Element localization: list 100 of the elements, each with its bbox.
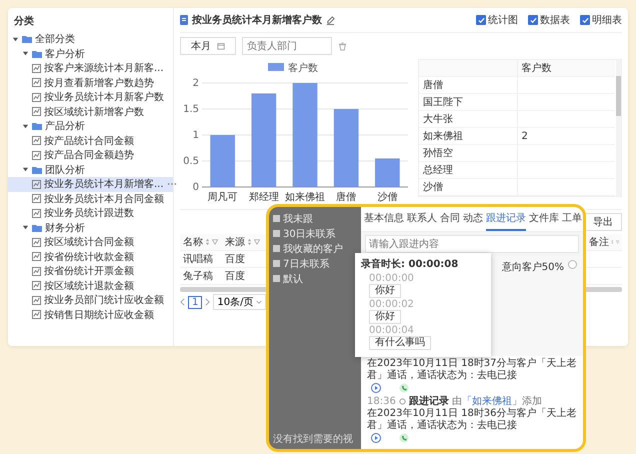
view-label: 默认: [283, 272, 303, 286]
export-button[interactable]: 导出: [584, 213, 622, 231]
filter-icon[interactable]: [254, 239, 260, 245]
report-icon: [32, 107, 41, 116]
table-cell-text: 讯唱稿: [182, 252, 214, 266]
phone-icon[interactable]: [399, 383, 409, 393]
check-icon: [582, 16, 588, 24]
tab[interactable]: 基本信息: [364, 207, 404, 231]
page-size-select[interactable]: 10条/页: [213, 294, 266, 310]
time-label: 00:00:02: [369, 299, 415, 310]
entry-author: 由「如来佛祖」添加: [452, 394, 542, 408]
tree-item[interactable]: 按产品合同金额趋势: [8, 148, 173, 162]
filter-icon[interactable]: [212, 239, 218, 245]
sort-icon[interactable]: [247, 238, 252, 246]
tree-item[interactable]: 按业务员统计本月新客户数: [8, 90, 173, 104]
play-icon[interactable]: [371, 383, 381, 393]
previous-icon[interactable]: [180, 298, 185, 306]
tree-item[interactable]: 按省份统计开票金额: [8, 264, 173, 278]
time-label: 00:00:04: [369, 325, 415, 336]
department-field[interactable]: 负责人部门: [242, 37, 332, 55]
chart-legend: 客户数: [268, 63, 318, 74]
filter-icon[interactable]: [616, 239, 619, 245]
check-icon: [478, 16, 484, 24]
y-tick-label: 1: [192, 130, 199, 141]
tree-item[interactable]: 按业务员统计本月合同金额: [8, 192, 173, 206]
list-icon: [273, 230, 280, 237]
caret-icon: [22, 122, 29, 130]
tree-folder[interactable]: 客户分析: [8, 46, 173, 61]
tab[interactable]: 文件库: [529, 207, 559, 231]
bar: [375, 158, 400, 187]
caret-icon: [22, 166, 29, 174]
page-button[interactable]: 1: [188, 296, 202, 308]
tree-item[interactable]: 按客户来源统计本月新客...: [8, 61, 173, 76]
y-tick-label: 0.5: [183, 156, 199, 167]
check-icon: [530, 16, 536, 24]
tree-item[interactable]: 按省份统计收款金额: [8, 250, 173, 264]
tree-item[interactable]: 按业务员部门统计应收金额: [8, 293, 173, 308]
tab[interactable]: 联系人: [407, 207, 437, 231]
x-axis-label: 沙僧: [377, 192, 398, 203]
report-icon: [32, 266, 41, 276]
x-axis-label: 如来佛祖: [285, 192, 325, 203]
tree-item[interactable]: 按业务员统计跟进数: [8, 206, 173, 220]
view-checkbox[interactable]: 明细表: [580, 13, 622, 27]
edit-icon[interactable]: [326, 16, 335, 24]
view-checkbox[interactable]: 统计图: [476, 13, 518, 27]
table-cell-text: 唐僧: [422, 78, 444, 92]
view-label: 我收藏的客户: [283, 242, 343, 256]
view-checkbox[interactable]: 数据表: [528, 13, 570, 27]
table-cell-text: 总经理: [422, 164, 454, 177]
column-header: 备注: [589, 236, 609, 249]
tree-folder[interactable]: 产品分析: [8, 119, 173, 134]
column-header: 名称: [183, 236, 203, 249]
scrollbar[interactable]: [616, 60, 621, 196]
view-label: 30日未联系: [283, 228, 336, 240]
next-icon[interactable]: [205, 298, 210, 306]
play-icon[interactable]: [371, 433, 381, 443]
intent-label: 意向客户50%: [502, 260, 564, 274]
table-cell-text: 兔子稿: [182, 270, 214, 283]
folder-icon: [32, 166, 42, 174]
tab[interactable]: 合同: [440, 207, 460, 231]
x-axis-label: 周凡可: [208, 192, 238, 203]
phone-icon[interactable]: [399, 433, 409, 443]
period-picker[interactable]: 本月: [180, 37, 236, 55]
caret-icon: [256, 300, 262, 304]
tree-item[interactable]: 按区域统计退款金额: [8, 278, 173, 293]
tab[interactable]: 动态: [463, 207, 483, 231]
more-icon[interactable]: [166, 182, 177, 186]
follow-up-field[interactable]: 请输入跟进内容: [365, 235, 579, 253]
tree-folder[interactable]: 全部分类: [8, 32, 173, 46]
table-cell-text: 百度: [224, 252, 246, 266]
tree-item[interactable]: 按区域统计合同金额: [8, 235, 173, 250]
report-icon: [32, 92, 41, 102]
tree-folder[interactable]: 团队分析: [8, 162, 173, 177]
trash-icon[interactable]: [338, 42, 347, 50]
report-icon: [32, 136, 41, 146]
folder-icon: [32, 224, 42, 232]
tree-folder[interactable]: 财务分析: [8, 220, 173, 235]
report-icon: [32, 180, 41, 189]
tree-item[interactable]: 按区域统计新增客户数: [8, 104, 173, 119]
sort-icon[interactable]: [205, 238, 210, 246]
table-cell-text: 大牛张: [422, 112, 454, 126]
x-axis-label: 唐僧: [336, 192, 356, 203]
tree-item[interactable]: 按月查看新增客户数趋势: [8, 76, 173, 90]
report-icon: [32, 150, 41, 160]
entry-title: 跟进记录: [408, 394, 449, 408]
report-icon: [32, 310, 41, 320]
tab[interactable]: 工单: [562, 207, 582, 231]
y-tick-label: 0: [192, 182, 199, 193]
legend-label: 客户数: [288, 62, 318, 74]
table-cell-text: 沙僧: [422, 180, 444, 194]
tree-item[interactable]: 按销售日期统计应收金额: [8, 308, 173, 322]
timeline-dot-icon: [398, 398, 406, 404]
speech-bubble: 你好: [369, 284, 401, 298]
tree-item[interactable]: 按产品统计合同金额: [8, 134, 173, 148]
table-cell-text: 国王陛下: [422, 96, 464, 109]
list-icon: [273, 275, 280, 282]
report-icon: [32, 238, 41, 247]
speech-bubble: 你好: [369, 310, 401, 324]
entry-text: 在2023年10月11日 18时36分与客户「天上老君」通话，通话状态为：去电已接: [367, 408, 577, 432]
radio-button[interactable]: [568, 260, 577, 269]
